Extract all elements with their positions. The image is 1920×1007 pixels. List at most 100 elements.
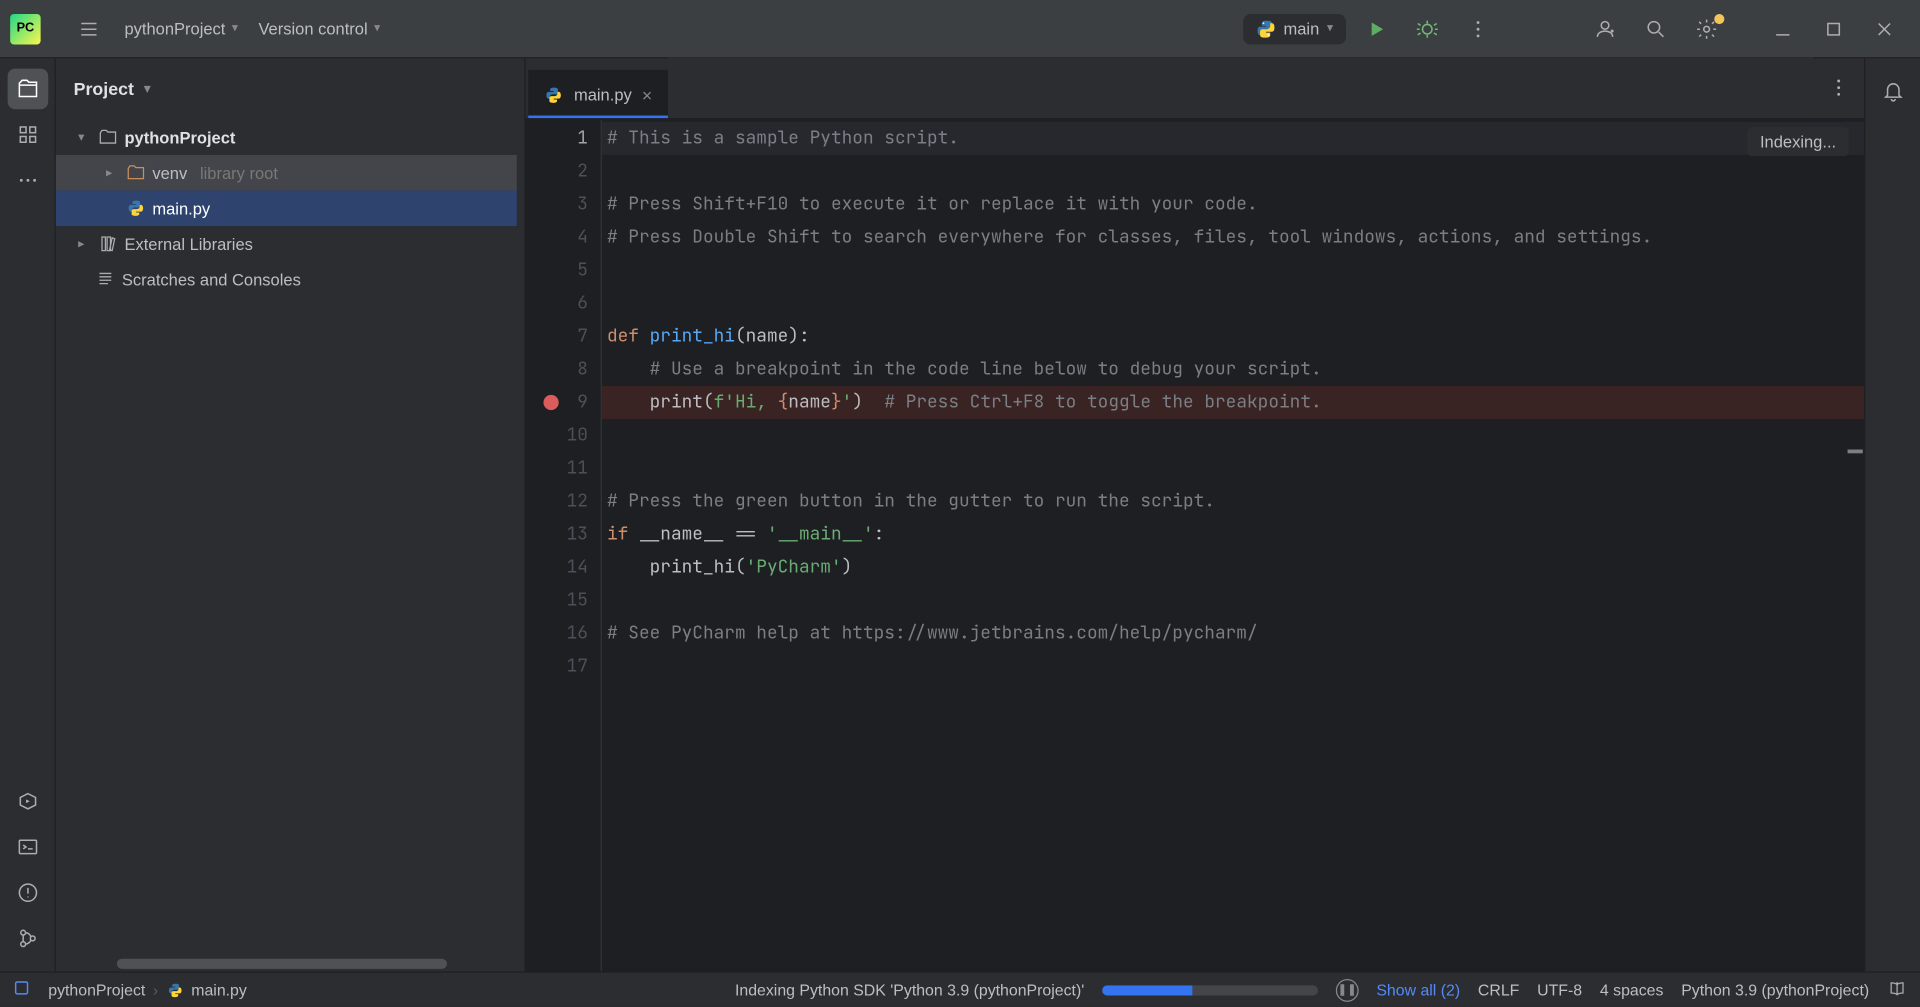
notifications-button[interactable] (1872, 71, 1913, 112)
editor-gutter[interactable]: 1 2 3 4 5 6 7 8 9 10 11 12 13 14 15 16 1… (526, 119, 602, 971)
chevron-down-icon: ▾ (144, 82, 150, 96)
titlebar: PC pythonProject ▾ Version control ▾ mai… (0, 0, 1920, 58)
line-number[interactable]: 7 (526, 320, 601, 353)
code-token: } (831, 391, 842, 414)
main-menu-button[interactable] (63, 3, 114, 54)
project-config-icon[interactable] (13, 979, 31, 1001)
line-number[interactable]: 4 (526, 221, 601, 254)
editor-tab-main[interactable]: main.py × (528, 70, 667, 118)
encoding[interactable]: UTF-8 (1537, 981, 1582, 999)
code-token: name (788, 391, 831, 414)
reader-mode-icon[interactable] (1887, 978, 1907, 1002)
breadcrumb-project[interactable]: pythonProject (48, 981, 145, 999)
tree-root[interactable]: ▾ pythonProject (56, 119, 517, 155)
tree-ext-libs[interactable]: ▸ External Libraries (56, 226, 517, 262)
expand-icon[interactable]: ▸ (99, 166, 119, 180)
library-icon (97, 234, 120, 254)
indent[interactable]: 4 spaces (1600, 981, 1664, 999)
progress-fill (1102, 985, 1193, 995)
right-tool-rail (1864, 58, 1920, 971)
app-logo: PC (10, 13, 40, 43)
scroll-mark (1848, 450, 1863, 454)
code-line: # Press the green button in the gutter t… (607, 490, 1215, 513)
code-body[interactable]: # This is a sample Python script. # Pres… (602, 119, 1864, 971)
code-editor[interactable]: 1 2 3 4 5 6 7 8 9 10 11 12 13 14 15 16 1… (526, 119, 1864, 971)
line-number[interactable]: 14 (526, 551, 601, 584)
code-line: # Use a breakpoint in the code line belo… (607, 358, 1322, 381)
terminal-tool-button[interactable] (7, 827, 48, 868)
expand-icon[interactable]: ▸ (71, 237, 91, 251)
progress-bar[interactable] (1102, 985, 1318, 995)
vcs-selector[interactable]: Version control ▾ (258, 19, 380, 38)
scroll-map[interactable] (1846, 119, 1864, 971)
code-token: # Press Ctrl+F8 to toggle the breakpoint… (884, 391, 1321, 414)
breadcrumb-file[interactable]: main.py (191, 981, 247, 999)
line-number[interactable]: 12 (526, 485, 601, 518)
structure-tool-button[interactable] (7, 114, 48, 155)
interpreter[interactable]: Python 3.9 (pythonProject) (1681, 981, 1869, 999)
close-window-button[interactable] (1859, 3, 1910, 54)
tree-venv-hint: library root (200, 163, 278, 182)
debug-button[interactable] (1402, 3, 1453, 54)
close-tab-button[interactable]: × (642, 84, 652, 104)
tree-file-label: main.py (152, 199, 210, 218)
folder-icon (97, 127, 120, 147)
services-tool-button[interactable] (7, 781, 48, 822)
project-name: pythonProject (124, 19, 225, 38)
line-number[interactable]: 2 (526, 155, 601, 188)
code-line: # See PyCharm help at https://www.jetbra… (607, 622, 1258, 645)
line-number[interactable]: 9 (526, 386, 601, 419)
project-selector[interactable]: pythonProject ▾ (124, 19, 238, 38)
breadcrumb[interactable]: pythonProject › main.py (48, 981, 247, 999)
problems-tool-button[interactable] (7, 872, 48, 913)
show-all-link[interactable]: Show all (2) (1376, 981, 1460, 999)
line-number[interactable]: 1 (526, 122, 601, 155)
code-token: 'PyCharm' (746, 556, 842, 579)
python-icon (1256, 18, 1276, 38)
line-separator[interactable]: CRLF (1478, 981, 1519, 999)
vcs-tool-button[interactable] (7, 918, 48, 959)
horizontal-scrollbar[interactable] (117, 959, 447, 969)
run-config-selector[interactable]: main ▾ (1243, 13, 1346, 43)
tree-venv[interactable]: ▸ venv library root (56, 155, 517, 191)
indexing-indicator: Indexing... (1747, 127, 1849, 156)
python-icon (543, 84, 563, 104)
minimize-button[interactable] (1757, 3, 1808, 54)
line-number[interactable]: 6 (526, 287, 601, 320)
line-number[interactable]: 17 (526, 650, 601, 683)
search-button[interactable] (1630, 3, 1681, 54)
tree-scratches[interactable]: Scratches and Consoles (56, 262, 517, 298)
line-number[interactable]: 3 (526, 188, 601, 221)
line-number[interactable]: 15 (526, 584, 601, 617)
code-token: f'Hi, (714, 391, 778, 414)
more-tools-button[interactable] (7, 160, 48, 201)
code-token: print_hi( (607, 556, 746, 579)
line-number[interactable]: 11 (526, 452, 601, 485)
indexing-status[interactable]: Indexing Python SDK 'Python 3.9 (pythonP… (735, 981, 1084, 999)
run-button[interactable] (1351, 3, 1402, 54)
code-token: __name__ == (639, 523, 767, 546)
maximize-button[interactable] (1808, 3, 1859, 54)
settings-button[interactable] (1681, 3, 1732, 54)
project-tool-button[interactable] (7, 69, 48, 110)
line-number[interactable]: 16 (526, 617, 601, 650)
more-actions-button[interactable] (1453, 3, 1504, 54)
line-number[interactable]: 5 (526, 254, 601, 287)
expand-icon[interactable]: ▾ (71, 130, 91, 144)
code-token: { (778, 391, 789, 414)
tab-more-button[interactable] (1813, 57, 1864, 118)
pause-button[interactable]: ❚❚ (1336, 978, 1359, 1001)
tab-filename: main.py (574, 85, 632, 104)
line-number[interactable]: 13 (526, 518, 601, 551)
tree-scratches-label: Scratches and Consoles (122, 270, 301, 289)
project-panel-header[interactable]: Project ▾ (56, 58, 525, 119)
line-number[interactable]: 8 (526, 353, 601, 386)
breakpoint-icon[interactable] (543, 395, 558, 410)
code-with-me-button[interactable] (1580, 3, 1631, 54)
line-number[interactable]: 10 (526, 419, 601, 452)
code-token: (name): (735, 325, 810, 348)
run-config-name: main (1283, 19, 1319, 38)
editor-area: main.py × 1 2 3 4 5 6 7 8 9 10 11 12 (526, 58, 1864, 971)
left-tool-rail (0, 58, 56, 971)
tree-file-main[interactable]: main.py (56, 190, 517, 226)
